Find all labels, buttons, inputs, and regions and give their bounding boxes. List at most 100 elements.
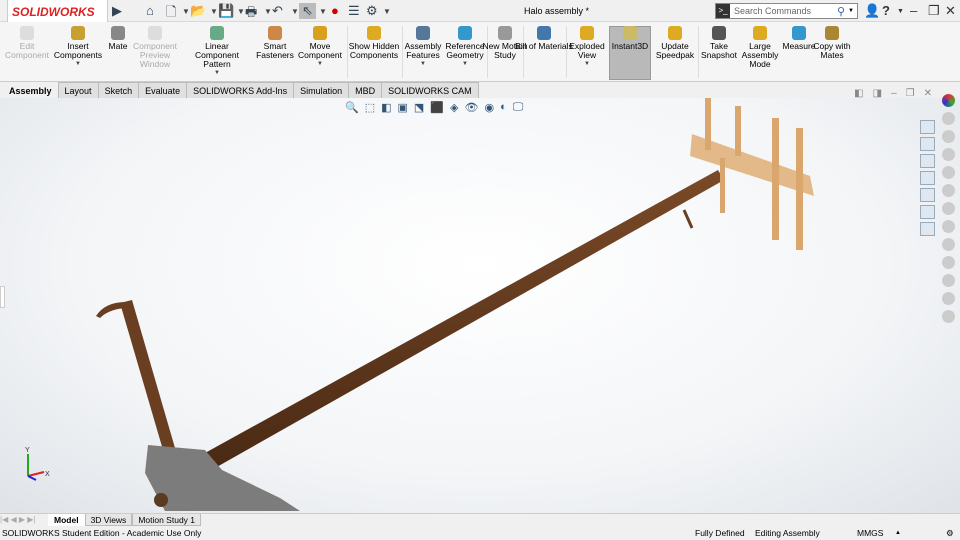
select-icon[interactable]: ⇖ — [299, 3, 316, 19]
peg — [772, 118, 779, 240]
tool-icon[interactable] — [942, 166, 955, 179]
status-bar: SOLIDWORKS Student Edition - Academic Us… — [0, 526, 960, 540]
tab-assembly[interactable]: Assembly — [2, 82, 59, 98]
button-label: Linear Component Pattern — [195, 41, 239, 69]
open-icon[interactable]: 📂 — [190, 3, 206, 19]
exploded-view-button[interactable]: Exploded View ▼ — [564, 26, 610, 69]
chevron-down-icon[interactable]: ▼ — [182, 7, 190, 16]
tab-model[interactable]: Model — [48, 514, 85, 526]
chevron-down-icon[interactable]: ▼ — [436, 60, 494, 69]
tab-layout[interactable]: Layout — [57, 82, 99, 98]
tab-solidworks-cam[interactable]: SOLIDWORKS CAM — [381, 82, 479, 98]
undo-icon[interactable]: ↶ — [272, 3, 283, 19]
customize-icon[interactable]: ⚙ — [946, 526, 954, 540]
search-placeholder: Search Commands — [734, 6, 812, 16]
tool-icon[interactable] — [942, 184, 955, 197]
tab-motion-study-1[interactable]: Motion Study 1 — [132, 514, 202, 526]
command-manager-ribbon: Edit Component Insert Components ▼ Mate Comp… — [0, 22, 960, 82]
options-gear-icon[interactable]: ⚙ — [366, 3, 378, 19]
chevron-down-icon[interactable]: ▼ — [210, 7, 218, 16]
chevron-down-icon[interactable]: ▼ — [897, 8, 904, 15]
help-icon[interactable]: ? — [882, 3, 890, 18]
file-explorer-icon[interactable] — [920, 154, 935, 168]
tab-scroll-arrows[interactable]: |◀ ◀ ▶ ▶| — [0, 514, 48, 526]
tool-icon[interactable] — [942, 274, 955, 287]
copy-with-mates-button[interactable]: Copy with Mates — [803, 26, 861, 60]
chevron-up-icon[interactable]: ▲ — [895, 526, 901, 540]
tab-sketch[interactable]: Sketch — [97, 82, 140, 98]
tool-icon[interactable] — [942, 310, 955, 323]
button-label: Smart Fasteners — [256, 41, 294, 60]
button-label: Component Preview Window — [133, 41, 177, 69]
tool-icon[interactable] — [942, 130, 955, 143]
custom-properties-icon[interactable] — [920, 205, 935, 219]
expand-menu-icon[interactable]: ▶ — [112, 3, 122, 19]
view-palette-icon[interactable] — [920, 171, 935, 185]
tool-icon[interactable] — [942, 220, 955, 233]
file-properties-icon[interactable]: ☰ — [348, 3, 360, 19]
tool-icon[interactable] — [942, 202, 955, 215]
close-icon[interactable]: ✕ — [945, 3, 956, 19]
appearances-icon[interactable] — [920, 188, 935, 202]
chevron-down-icon[interactable]: ▼ — [237, 7, 245, 16]
forum-icon[interactable] — [920, 222, 935, 236]
logo-text: SOLIDWORKS — [12, 4, 95, 19]
peg — [796, 128, 803, 250]
chevron-down-icon[interactable]: ▼ — [319, 7, 327, 16]
component-preview-window-icon — [148, 26, 162, 40]
tab-simulation[interactable]: Simulation — [293, 82, 350, 98]
home-icon[interactable]: ⌂ — [146, 3, 154, 18]
tool-icon[interactable] — [942, 238, 955, 251]
rebuild-icon[interactable]: ● — [331, 3, 339, 18]
move-component-button[interactable]: Move Component ▼ — [297, 26, 343, 69]
chevron-down-icon[interactable]: ▼ — [291, 7, 299, 16]
edit-component-icon — [20, 26, 34, 40]
linear-component-pattern-button[interactable]: Linear Component Pattern ▼ — [188, 26, 246, 78]
resources-icon[interactable] — [920, 120, 935, 134]
chevron-down-icon[interactable]: ▼ — [383, 7, 391, 16]
search-icon[interactable]: ⚲ — [837, 5, 845, 18]
tab-3d-views[interactable]: 3D Views — [84, 514, 133, 526]
chevron-down-icon[interactable]: ▼ — [297, 60, 343, 69]
tab-mbd[interactable]: MBD — [348, 82, 383, 98]
appearance-icon[interactable] — [942, 94, 955, 107]
chevron-down-icon[interactable]: ▼ — [264, 7, 272, 16]
design-library-icon[interactable] — [920, 137, 935, 151]
assembly-features-icon — [416, 26, 430, 40]
search-commands-input[interactable]: >_ Search Commands ⚲ ▼ — [715, 3, 858, 19]
pin — [682, 209, 694, 229]
save-icon[interactable]: 💾 — [218, 3, 234, 19]
restore-icon[interactable]: ❐ — [928, 3, 940, 19]
status-edition: SOLIDWORKS Student Edition - Academic Us… — [2, 528, 202, 538]
button-label: Move Component — [298, 41, 342, 60]
smart-fasteners-icon — [268, 26, 282, 40]
tool-icon[interactable] — [942, 256, 955, 269]
peg — [735, 106, 741, 156]
solidworks-logo[interactable]: SOLIDWORKS — [7, 0, 108, 24]
chevron-down-icon[interactable]: ▼ — [848, 8, 854, 14]
user-icon[interactable]: 👤 — [864, 3, 880, 19]
tab-solidworks-add-ins[interactable]: SOLIDWORKS Add-Ins — [186, 82, 295, 98]
show-hidden-components-icon — [367, 26, 381, 40]
chevron-down-icon[interactable]: ▼ — [49, 60, 107, 69]
graphics-viewport[interactable]: 🔍 ⬚ ◧ ▣ ⬔ ⬛ ◈ 👁 ◉ ◐ 🖵 ◧ ◨ – ❐ ✕ Y X — [0, 88, 960, 513]
bottom-tabs: |◀ ◀ ▶ ▶| Model 3D Views Motion Study 1 — [0, 513, 960, 526]
task-pane-tabs — [920, 120, 938, 236]
button-label: Exploded View — [569, 41, 605, 60]
tool-icon[interactable] — [942, 292, 955, 305]
chevron-down-icon[interactable]: ▼ — [188, 69, 246, 78]
chevron-down-icon[interactable]: ▼ — [564, 60, 610, 69]
copy-with-mates-icon — [825, 26, 839, 40]
smart-fasteners-button[interactable]: Smart Fasteners — [246, 26, 304, 60]
update-speedpak-icon — [668, 26, 682, 40]
main-boom — [205, 170, 724, 468]
feature-tree-flyout-handle[interactable] — [0, 286, 5, 308]
tab-evaluate[interactable]: Evaluate — [138, 82, 188, 98]
tool-icon[interactable] — [942, 112, 955, 125]
tool-icon[interactable] — [942, 148, 955, 161]
move-component-icon — [313, 26, 327, 40]
title-bar: SOLIDWORKS ▶ ⌂ 🗋 ▼ 📂 ▼ 💾 ▼ 🖶 ▼ ↶ ▼ ⇖ ▼ ●… — [0, 0, 960, 24]
minimize-icon[interactable]: – — [910, 3, 917, 18]
base-wheel — [154, 493, 168, 507]
units-selector[interactable]: MMGS — [857, 526, 883, 540]
